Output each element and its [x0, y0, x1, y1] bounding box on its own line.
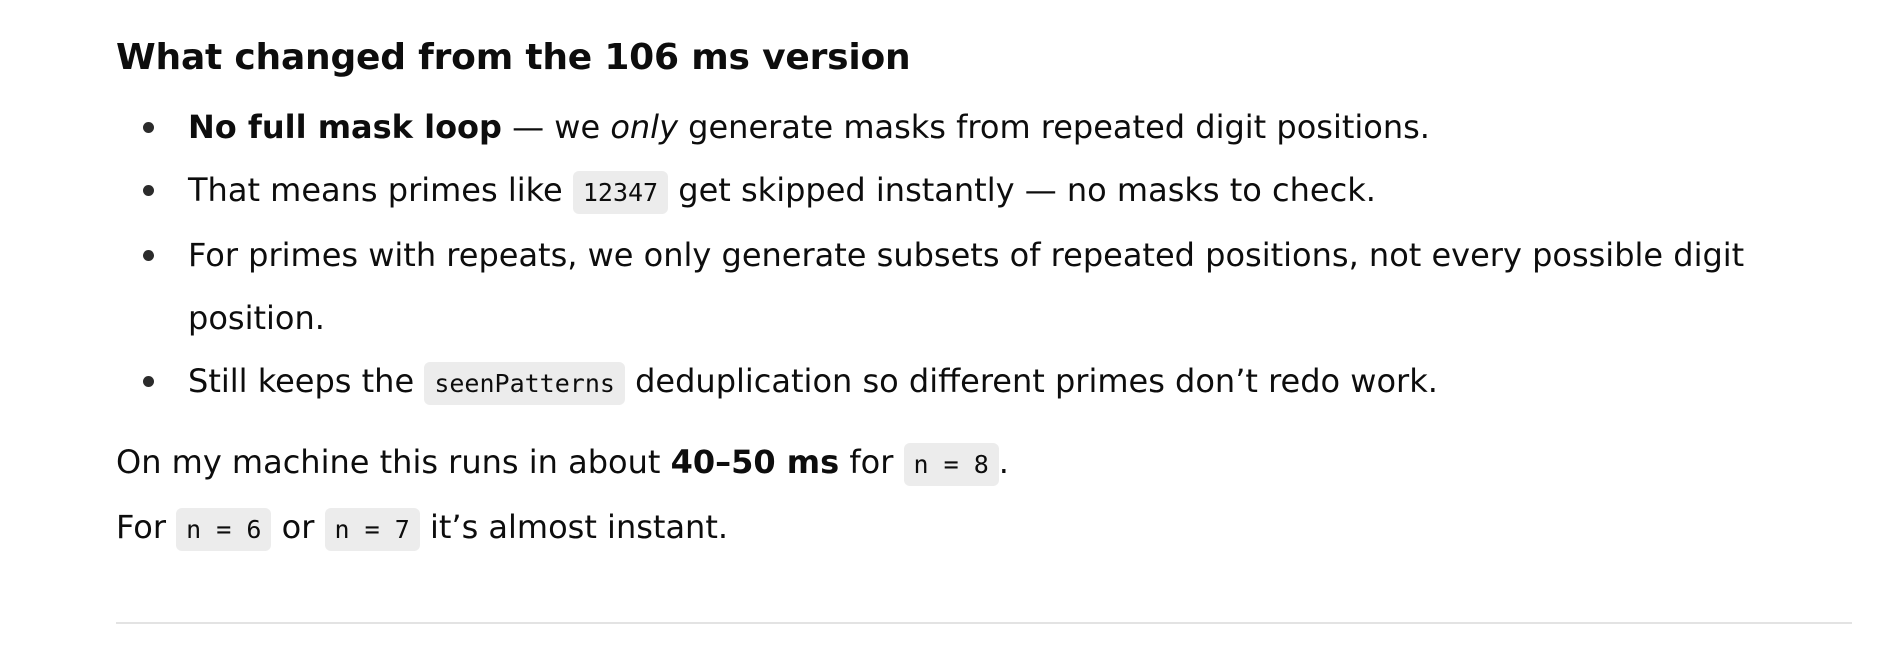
text: deduplication so different primes don’t … [624, 362, 1438, 400]
inline-code: n = 8 [903, 443, 999, 486]
section-heading: What changed from the 106 ms version [116, 37, 911, 78]
inline-code: n = 7 [324, 508, 420, 551]
text: generate masks from repeated digit posit… [678, 108, 1430, 146]
list-item: No full mask loop — we only generate mas… [116, 96, 1852, 159]
text: That means primes like [188, 171, 573, 209]
text: For [116, 508, 177, 546]
change-list: No full mask loop — we only generate mas… [116, 96, 1852, 415]
text: it’s almost instant. [419, 508, 729, 546]
list-item: For primes with repeats, we only generat… [116, 224, 1852, 350]
paragraph: For n = 6 or n = 7 it’s almost instant. [116, 496, 1852, 561]
bold-text: 40–50 ms [670, 443, 840, 481]
list-item: That means primes like 12347 get skipped… [116, 159, 1852, 224]
inline-code: seenPatterns [424, 362, 625, 405]
text: For primes with repeats, we only generat… [188, 236, 1745, 337]
paragraph: On my machine this runs in about 40–50 m… [116, 431, 1852, 496]
text: for [839, 443, 904, 481]
text: On my machine this runs in about [116, 443, 671, 481]
text: or [271, 508, 325, 546]
message-content: What changed from the 106 ms version No … [116, 30, 1852, 561]
divider [116, 622, 1852, 624]
text: get skipped instantly — no masks to chec… [668, 171, 1376, 209]
italic-text: only [610, 108, 678, 146]
inline-code: n = 6 [176, 508, 272, 551]
list-item: Still keeps the seenPatterns deduplicati… [116, 350, 1852, 415]
text: — we [501, 108, 611, 146]
bold-text: No full mask loop [188, 108, 502, 146]
text: Still keeps the [188, 362, 425, 400]
inline-code: 12347 [572, 171, 669, 214]
text: . [998, 443, 1009, 481]
